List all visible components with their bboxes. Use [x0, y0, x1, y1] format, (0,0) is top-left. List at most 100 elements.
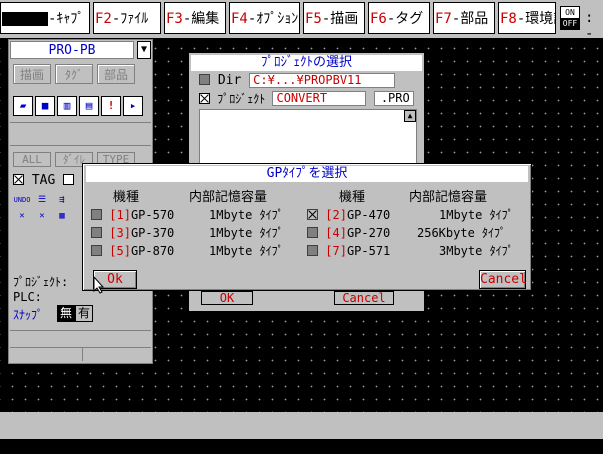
fkey-f4-options[interactable]: F4-ｵﾌﾟｼｮﾝ — [229, 2, 300, 34]
tag-label: TAG — [31, 173, 56, 188]
edit-icon-row-2: ✕ ✕ ▦ — [13, 207, 73, 223]
gp-type-dialog: GPﾀｲﾌﾟを選択 機種 内部記憶容量 機種 内部記憶容量 [1]GP-570 … — [82, 163, 532, 294]
fkey-label: -ﾌｧｲﾙ — [111, 11, 149, 27]
plc-label: PLC: — [13, 290, 42, 304]
copy-icon[interactable]: ▥ — [57, 96, 77, 116]
gp-option-item[interactable]: [2]GP-470 1Mbyte ﾀｲﾌﾟ — [307, 207, 527, 223]
scroll-up-arrow-icon[interactable]: ▲ — [404, 110, 416, 122]
tool-draw-button[interactable]: 描画 — [13, 64, 51, 84]
on-off-toggle[interactable]: ON OFF — [560, 6, 580, 30]
gp-option-item[interactable]: [7]GP-571 3Mbyte ﾀｲﾌﾟ — [307, 243, 527, 259]
divider — [10, 145, 151, 146]
gp-option-item[interactable]: [4]GP-270 256Kbyte ﾀｲﾌﾟ — [307, 225, 527, 241]
save-disk-icon[interactable]: ■ — [35, 96, 55, 116]
snap-off-option[interactable]: 無 — [57, 305, 75, 322]
bottom-status-bar — [0, 412, 603, 439]
option-checkbox[interactable] — [91, 227, 102, 238]
project-checkbox[interactable] — [199, 93, 210, 104]
fkey-num: F7 — [435, 11, 452, 27]
dir-label: Dir — [217, 73, 242, 88]
tool-tag-button[interactable]: ﾀｸﾞ — [55, 64, 93, 84]
icon-toolbar: ▰ ■ ▥ ▤! ▸ — [13, 96, 145, 116]
exit-icon[interactable]: ▸ — [123, 96, 143, 116]
align-icon[interactable]: ▦ — [53, 209, 71, 223]
open-folder-icon[interactable]: ▰ — [13, 96, 33, 116]
panel-status-bar — [10, 330, 151, 348]
option-memory: 3Mbyte ﾀｲﾌﾟ — [439, 244, 514, 258]
snap-on-option[interactable]: 有 — [75, 305, 93, 322]
option-model: GP-870 — [130, 244, 175, 258]
project-window-title: ﾌﾟﾛｼﾞｪｸﾄの選択 — [191, 55, 422, 71]
tool-parts-button[interactable]: 部品 — [97, 64, 135, 84]
fkey-f8-settings[interactable]: F8-環境設定 — [498, 2, 556, 34]
option-memory: 1Mbyte ﾀｲﾌﾟ — [209, 208, 284, 222]
mouse-pointer-icon — [93, 276, 105, 294]
col-header-memory: 内部記憶容量 — [189, 190, 268, 205]
redacted-block — [2, 12, 48, 26]
fkey-label: -描画 — [321, 11, 359, 27]
option-index: 5 — [116, 244, 124, 258]
fkey-num: F3 — [166, 11, 183, 27]
fkey-f5-draw[interactable]: F5-描画 — [303, 2, 365, 34]
project-row-label: ﾌﾟﾛｼﾞｪｸﾄ — [217, 92, 266, 106]
bottom-strip — [0, 439, 603, 454]
function-key-bar: -ｷｬﾌﾟ F2-ﾌｧｲﾙ F3-編集 F4-ｵﾌﾟｼｮﾝ F5-描画 F6-タ… — [0, 0, 603, 42]
fkey-label: -編集 — [182, 11, 220, 27]
tree-icon[interactable]: ⇶ — [53, 193, 71, 207]
option-checkbox[interactable] — [91, 245, 102, 256]
option-model: GP-570 — [130, 208, 175, 222]
option-index: 7 — [332, 244, 340, 258]
option-index: 3 — [116, 226, 124, 240]
tag-secondary-checkbox[interactable] — [63, 174, 75, 185]
info-icon[interactable]: ! — [101, 96, 121, 116]
list-icon[interactable]: ☰ — [33, 193, 51, 207]
fkey-f6-tag[interactable]: F6-タグ — [368, 2, 430, 34]
panel-status-cell — [10, 347, 83, 361]
fkey-f7-parts[interactable]: F7-部品 — [433, 2, 495, 34]
project-cancel-button[interactable]: Cancel — [334, 291, 394, 305]
tag-checkbox[interactable] — [13, 174, 24, 185]
option-memory: 1Mbyte ﾀｲﾌﾟ — [209, 226, 284, 240]
edit-icon-row: UNDO ☰ ⇶ — [13, 191, 73, 207]
fkey-label: -ｵﾌﾟｼｮﾝ — [247, 11, 299, 27]
project-name-input[interactable]: CONVERT — [272, 91, 367, 106]
filter-all-button[interactable]: ALL — [13, 152, 51, 167]
snap-label: ｽﾅｯﾌﾟ — [13, 308, 44, 322]
col-header-memory-2: 内部記憶容量 — [409, 190, 488, 205]
fkey-num: F2 — [95, 11, 112, 27]
fkey-num: F6 — [370, 11, 387, 27]
option-index: 2 — [332, 208, 340, 222]
gp-option-item[interactable]: [3]GP-370 1Mbyte ﾀｲﾌﾟ — [91, 225, 284, 241]
option-checkbox[interactable] — [307, 227, 318, 238]
gp-option-item[interactable]: [5]GP-870 1Mbyte ﾀｲﾌﾟ — [91, 243, 284, 259]
project-extension: .PRO — [373, 91, 414, 106]
option-checkbox[interactable] — [91, 209, 102, 220]
option-model: GP-270 — [346, 226, 391, 240]
option-checkbox-checked[interactable] — [307, 209, 318, 220]
option-index: 4 — [332, 226, 340, 240]
shrink-icon[interactable]: ✕ — [13, 209, 31, 223]
undo-icon[interactable]: UNDO — [13, 193, 31, 207]
gp-cancel-button[interactable]: Cancel — [479, 270, 527, 289]
gp-option-item[interactable]: [1]GP-570 1Mbyte ﾀｲﾌﾟ — [91, 207, 284, 223]
project-list[interactable]: ▲ — [199, 109, 417, 171]
fkey-f3-edit[interactable]: F3-編集 — [164, 2, 226, 34]
option-model: GP-470 — [346, 208, 391, 222]
option-memory: 1Mbyte ﾀｲﾌﾟ — [209, 244, 284, 258]
expand-icon[interactable]: ✕ — [33, 209, 51, 223]
print-icon[interactable]: ▤ — [79, 96, 99, 116]
tool-row: 描画 ﾀｸﾞ 部品 — [13, 64, 139, 84]
option-index: 1 — [116, 208, 124, 222]
fkey-label: -環境設定 — [516, 11, 555, 27]
project-row: ﾌﾟﾛｼﾞｪｸﾄ CONVERT .PRO — [199, 91, 414, 107]
option-checkbox[interactable] — [307, 245, 318, 256]
fkey-f2-file[interactable]: F2-ﾌｧｲﾙ — [93, 2, 161, 34]
fkey-label: -部品 — [451, 11, 489, 27]
option-memory: 1Mbyte ﾀｲﾌﾟ — [439, 208, 514, 222]
fkey-f1-capture[interactable]: -ｷｬﾌﾟ — [0, 2, 90, 34]
project-ok-button[interactable]: OK — [201, 291, 253, 305]
col-header-model-2: 機種 — [339, 190, 366, 205]
dir-input[interactable]: C:¥...¥PROPBV11 — [249, 73, 396, 88]
panel-dropdown-button[interactable]: ▼ — [137, 41, 151, 59]
dir-checkbox[interactable] — [199, 74, 210, 85]
